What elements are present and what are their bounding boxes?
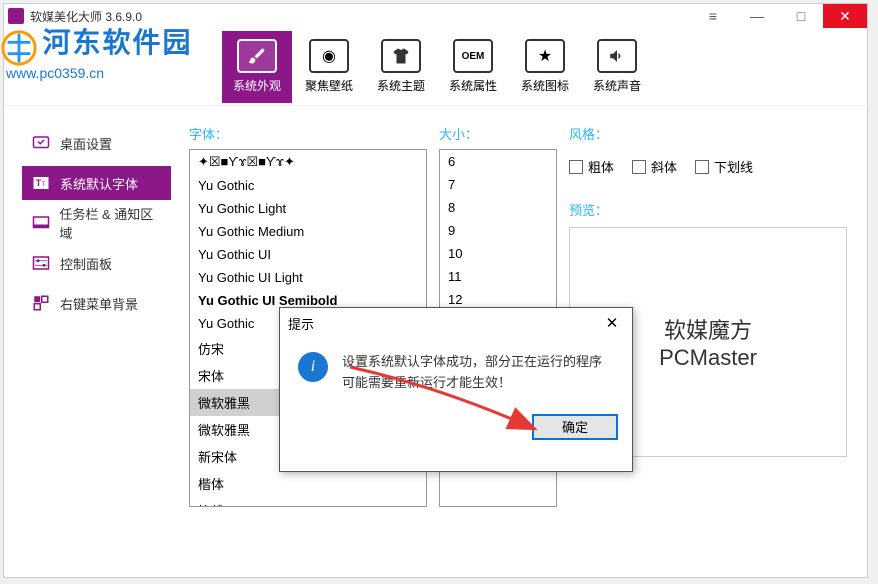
minimize-button[interactable]: —: [735, 4, 779, 28]
preview-line2: PCMaster: [659, 345, 757, 371]
tab-system-appearance[interactable]: 系统外观: [222, 31, 292, 103]
tab-focus-wallpaper[interactable]: ◉ 聚焦壁纸: [294, 31, 364, 103]
svg-text:T: T: [42, 182, 46, 188]
checkbox-label: 下划线: [714, 157, 753, 176]
list-item[interactable]: Yu Gothic: [190, 174, 426, 197]
tab-system-properties[interactable]: OEM 系统属性: [438, 31, 508, 103]
list-item[interactable]: 11: [440, 265, 556, 288]
sidebar-item-label: 系统默认字体: [60, 174, 138, 193]
sidebar-item-label: 控制面板: [60, 254, 112, 273]
tab-label: 聚焦壁纸: [305, 77, 353, 94]
sidebar-item-context-menu[interactable]: 右键菜单背景: [22, 286, 171, 320]
info-icon: i: [298, 352, 328, 382]
oem-icon: OEM: [453, 39, 493, 73]
list-item[interactable]: Yu Gothic UI Light: [190, 266, 426, 289]
star-icon: ★: [525, 39, 565, 73]
app-title: 软媒美化大师 3.6.9.0: [30, 8, 142, 25]
list-item[interactable]: 8: [440, 196, 556, 219]
tab-label: 系统图标: [521, 77, 569, 94]
checkbox-label: 粗体: [588, 157, 614, 176]
tab-label: 系统外观: [233, 77, 281, 94]
dialog-close-button[interactable]: ✕: [600, 312, 624, 334]
toolbar: 系统外观 ◉ 聚焦壁纸 系统主题 OEM 系统属性 ★ 系统图标 系统声音: [4, 28, 867, 106]
svg-text:T: T: [36, 178, 42, 188]
underline-checkbox[interactable]: 下划线: [695, 157, 753, 176]
sidebar-item-control-panel[interactable]: 控制面板: [22, 246, 171, 280]
sidebar-item-label: 任务栏 & 通知区域: [59, 204, 163, 242]
list-item[interactable]: 等线: [190, 497, 426, 507]
sidebar-item-taskbar[interactable]: 任务栏 & 通知区域: [22, 206, 171, 240]
font-icon: TT: [30, 173, 52, 193]
menu-button[interactable]: ≡: [691, 4, 735, 28]
size-column-label: 大小：: [439, 124, 557, 143]
sidebar-item-label: 桌面设置: [60, 134, 112, 153]
message-dialog: 提示 ✕ i 设置系统默认字体成功，部分正在运行的程序可能需要重新运行才能生效！…: [279, 307, 633, 472]
dialog-message: 设置系统默认字体成功，部分正在运行的程序可能需要重新运行才能生效！: [342, 352, 614, 394]
sidebar: 桌面设置 TT 系统默认字体 任务栏 & 通知区域 控制面板 右键菜单背景: [4, 106, 179, 577]
sidebar-item-desktop[interactable]: 桌面设置: [22, 126, 171, 160]
list-item[interactable]: Yu Gothic Medium: [190, 220, 426, 243]
sidebar-item-default-font[interactable]: TT 系统默认字体: [22, 166, 171, 200]
shirt-icon: [381, 39, 421, 73]
list-item[interactable]: 10: [440, 242, 556, 265]
menu-bg-icon: [30, 293, 52, 313]
brush-icon: [237, 39, 277, 73]
wrench-icon: [30, 133, 52, 153]
app-icon: [8, 8, 24, 24]
sliders-icon: [30, 253, 52, 273]
list-item[interactable]: 9: [440, 219, 556, 242]
style-column-label: 风格：: [569, 124, 847, 143]
taskbar-icon: [30, 213, 51, 233]
sound-icon: [597, 39, 637, 73]
preview-column-label: 预览：: [569, 200, 847, 219]
font-column-label: 字体：: [189, 124, 427, 143]
dialog-title: 提示: [288, 314, 314, 333]
list-item[interactable]: Yu Gothic UI: [190, 243, 426, 266]
list-item[interactable]: ✦☒■Ƴɤ☒■Ƴɤ✦: [190, 150, 426, 174]
tab-label: 系统声音: [593, 77, 641, 94]
list-item[interactable]: 7: [440, 173, 556, 196]
list-item[interactable]: 6: [440, 150, 556, 173]
preview-line1: 软媒魔方: [664, 313, 752, 345]
sidebar-item-label: 右键菜单背景: [60, 294, 138, 313]
tab-label: 系统主题: [377, 77, 425, 94]
titlebar: 软媒美化大师 3.6.9.0 ≡ — □ ✕: [4, 4, 867, 28]
tab-system-theme[interactable]: 系统主题: [366, 31, 436, 103]
bold-checkbox[interactable]: 粗体: [569, 157, 614, 176]
list-item[interactable]: Yu Gothic Light: [190, 197, 426, 220]
maximize-button[interactable]: □: [779, 4, 823, 28]
checkbox-label: 斜体: [651, 157, 677, 176]
tab-system-icons[interactable]: ★ 系统图标: [510, 31, 580, 103]
italic-checkbox[interactable]: 斜体: [632, 157, 677, 176]
tab-system-sound[interactable]: 系统声音: [582, 31, 652, 103]
close-button[interactable]: ✕: [823, 4, 867, 28]
tab-label: 系统属性: [449, 77, 497, 94]
list-item[interactable]: 楷体: [190, 470, 426, 497]
ok-button[interactable]: 确定: [532, 414, 618, 440]
eye-icon: ◉: [309, 39, 349, 73]
